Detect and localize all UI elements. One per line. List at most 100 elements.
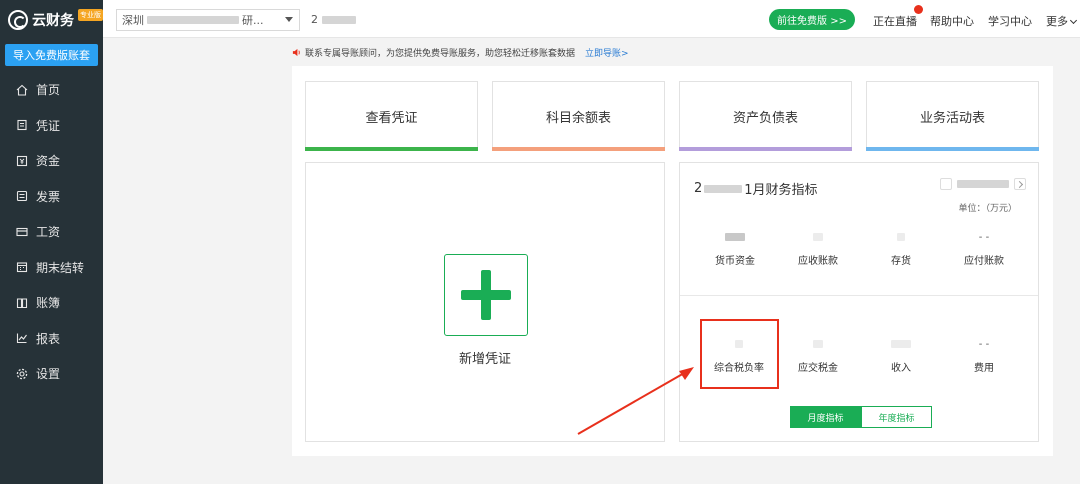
redacted-value (813, 340, 823, 348)
metric-label: 存货 (891, 256, 911, 267)
yearly-metrics-tab[interactable]: 年度指标 (861, 406, 932, 428)
add-voucher-button[interactable] (444, 254, 528, 336)
gear-icon (16, 368, 28, 380)
card-label: 查看凭证 (365, 110, 418, 126)
plus-icon (461, 270, 511, 320)
card-accent-bar (866, 147, 1039, 151)
sidebar: 云财务 专业版 导入免费版账套 首页凭证资金发票工资期末结转账簿报表设置 (0, 0, 103, 484)
import-now-link[interactable]: 立即导账> (585, 46, 629, 59)
live-badge (914, 5, 923, 14)
sidebar-item-label: 工资 (36, 225, 61, 240)
metric-label: 货币资金 (715, 256, 755, 267)
company-prefix: 深圳 (122, 14, 144, 27)
metric-value (861, 230, 941, 244)
redacted-text (957, 180, 1009, 188)
metric-tax-payable[interactable]: 应交税金 (778, 337, 858, 374)
chevron-down-icon (1069, 16, 1078, 25)
sidebar-item-label: 报表 (36, 331, 61, 346)
logo-icon (8, 10, 28, 30)
metric-inventory[interactable]: 存货 (861, 230, 941, 267)
chevron-down-icon (285, 17, 293, 22)
more-menu[interactable]: 更多 (1046, 13, 1078, 29)
sidebar-item-label: 资金 (36, 154, 61, 169)
card-accent-bar (305, 147, 478, 151)
metric-cash[interactable]: 货币资金 (695, 230, 775, 267)
help-center-link[interactable]: 帮助中心 (930, 13, 974, 29)
balance-sheet-card[interactable]: 资产负债表 (679, 81, 852, 151)
business-activity-card[interactable]: 业务活动表 (866, 81, 1039, 151)
title-suffix: 1月财务指标 (744, 183, 818, 198)
home-icon (16, 84, 28, 96)
monthly-metrics-tab[interactable]: 月度指标 (790, 406, 861, 428)
period-prefix: 2 (311, 13, 318, 26)
period-selector[interactable] (940, 178, 1026, 190)
metric-label: 应付账款 (964, 256, 1004, 267)
redacted-value (897, 233, 905, 241)
metric-revenue[interactable]: 收入 (861, 337, 941, 374)
sidebar-item-home[interactable]: 首页 (0, 72, 103, 108)
more-label: 更多 (1046, 15, 1068, 28)
unit-label: 单位：（万元） (958, 204, 1017, 214)
calendar-icon[interactable] (940, 178, 952, 190)
card-label: 业务活动表 (919, 110, 985, 126)
live-link-label: 正在直播 (873, 15, 917, 28)
sidebar-menu: 首页凭证资金发票工资期末结转账簿报表设置 (0, 72, 103, 392)
sidebar-item-ledger[interactable]: 账簿 (0, 285, 103, 321)
metric-value (861, 337, 941, 351)
company-select[interactable]: 深圳 研... (116, 9, 300, 31)
speaker-icon (292, 48, 300, 57)
learning-center-link[interactable]: 学习中心 (988, 13, 1032, 29)
redacted-value (813, 233, 823, 241)
metric-value: - - (978, 231, 990, 243)
notice-bar: 联系专属导账顾问，为您提供免费导账服务，助您轻松迁移账套数据 立即导账> (292, 46, 629, 59)
metric-label: 费用 (974, 363, 994, 374)
metric-receivables[interactable]: 应收账款 (778, 230, 858, 267)
title-prefix: 2 (694, 181, 703, 196)
card-label: 资产负债表 (732, 110, 798, 126)
metrics-title: 2 1月财务指标 (694, 179, 818, 198)
period-display[interactable]: 2 (311, 13, 356, 26)
ledger-icon (16, 297, 28, 309)
notice-text: 联系专属导账顾问，为您提供免费导账服务，助您轻松迁移账套数据 (305, 49, 576, 59)
sidebar-item-chart[interactable]: 报表 (0, 321, 103, 357)
redacted-value (891, 340, 911, 348)
sidebar-item-label: 设置 (36, 367, 61, 382)
metric-label: 应交税金 (798, 363, 838, 374)
account-balance-card[interactable]: 科目余额表 (492, 81, 665, 151)
metric-value (778, 337, 858, 351)
sidebar-item-gear[interactable]: 设置 (0, 356, 103, 392)
metric-value (778, 230, 858, 244)
metrics-divider (680, 295, 1038, 296)
financial-metrics-panel: 2 1月财务指标 单位：（万元） 货币资金 应收账款 存货 - - 应付账款 综… (679, 162, 1039, 442)
view-voucher-card[interactable]: 查看凭证 (305, 81, 478, 151)
metric-label: 应收账款 (798, 256, 838, 267)
company-suffix: 研... (242, 14, 264, 27)
fund-icon (16, 155, 28, 167)
chevron-right-icon[interactable] (1014, 178, 1026, 190)
go-free-version-button[interactable]: 前往免费版 >> (769, 9, 855, 30)
calendar-icon (16, 261, 28, 273)
chart-icon (16, 332, 28, 344)
sidebar-item-invoice[interactable]: 发票 (0, 179, 103, 215)
metric-payables[interactable]: - - 应付账款 (944, 230, 1024, 268)
sidebar-item-salary[interactable]: 工资 (0, 214, 103, 250)
sidebar-item-label: 期末结转 (36, 260, 85, 275)
brand[interactable]: 云财务 专业版 (0, 0, 103, 40)
sidebar-item-label: 首页 (36, 83, 61, 98)
import-free-account-button[interactable]: 导入免费版账套 (5, 44, 98, 66)
redacted-text (704, 184, 743, 193)
salary-icon (16, 226, 28, 238)
invoice-icon (16, 190, 28, 202)
redacted-text (147, 16, 239, 24)
new-voucher-panel: 新增凭证 (305, 162, 665, 442)
card-accent-bar (679, 147, 852, 151)
sidebar-item-voucher[interactable]: 凭证 (0, 108, 103, 144)
metric-expenses[interactable]: - - 费用 (944, 337, 1024, 375)
sidebar-item-calendar[interactable]: 期末结转 (0, 250, 103, 286)
card-accent-bar (492, 147, 665, 151)
live-link[interactable]: 正在直播 (873, 5, 923, 29)
redacted-value (725, 233, 745, 241)
highlight-box (700, 319, 779, 389)
metric-value (695, 230, 775, 244)
sidebar-item-fund[interactable]: 资金 (0, 143, 103, 179)
